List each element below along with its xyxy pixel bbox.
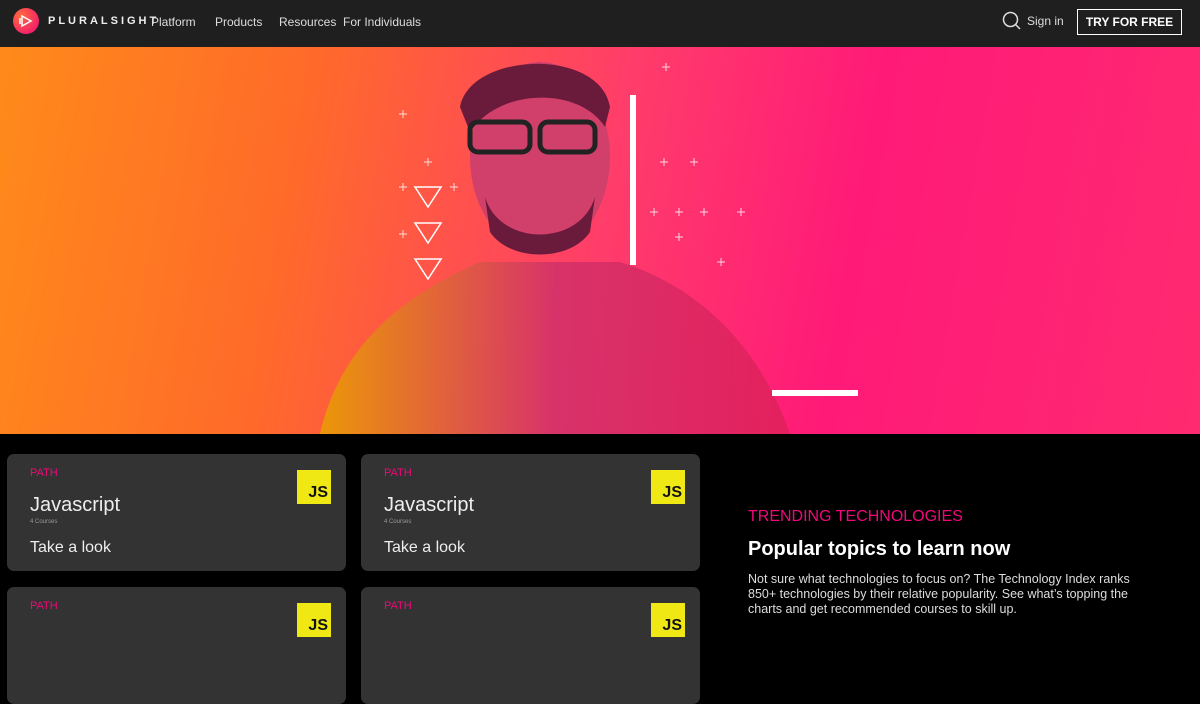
search-icon[interactable] xyxy=(1002,11,1022,31)
card-title: Javascript xyxy=(384,494,475,516)
nav-platform[interactable]: Platform xyxy=(151,15,196,29)
take-a-look-link[interactable]: Take a look xyxy=(30,539,111,557)
nav-resources[interactable]: Resources xyxy=(279,15,336,29)
javascript-icon: JS xyxy=(651,603,685,637)
javascript-icon: JS xyxy=(651,470,685,504)
brand-name: PLURALSIGHT xyxy=(48,15,160,27)
card-kind: PATH xyxy=(384,600,412,612)
trending-title: Popular topics to learn now xyxy=(748,538,1011,560)
path-card[interactable]: PATH JS xyxy=(361,587,700,704)
nav-for-individuals[interactable]: For Individuals xyxy=(343,15,421,29)
try-for-free-button[interactable]: TRY FOR FREE xyxy=(1077,9,1182,35)
hero-banner xyxy=(0,47,1200,434)
javascript-icon: JS xyxy=(297,603,331,637)
path-card[interactable]: PATH Javascript 4 Courses Take a look JS xyxy=(7,454,346,571)
card-kind: PATH xyxy=(30,600,58,612)
card-title: Javascript xyxy=(30,494,121,516)
path-card[interactable]: PATH Javascript 4 Courses Take a look JS xyxy=(361,454,700,571)
card-kind: PATH xyxy=(30,467,58,479)
trending-description: Not sure what technologies to focus on? … xyxy=(748,572,1130,616)
card-course-count: 4 Courses xyxy=(30,519,58,525)
sign-in-label: Sign in xyxy=(1027,14,1064,28)
nav-products[interactable]: Products xyxy=(215,15,262,29)
top-nav: PLURALSIGHT Platform Products Resources … xyxy=(0,0,1200,47)
path-card[interactable]: PATH JS xyxy=(7,587,346,704)
take-a-look-link[interactable]: Take a look xyxy=(384,539,465,557)
card-kind: PATH xyxy=(384,467,412,479)
trending-kicker: TRENDING TECHNOLOGIES xyxy=(748,508,963,525)
card-course-count: 4 Courses xyxy=(384,519,412,525)
sign-in-link[interactable]: Sign in xyxy=(1002,11,1064,31)
hero-decorations xyxy=(399,63,858,396)
logo[interactable]: PLURALSIGHT xyxy=(13,8,159,34)
pluralsight-logo-icon xyxy=(13,8,39,34)
javascript-icon: JS xyxy=(297,470,331,504)
